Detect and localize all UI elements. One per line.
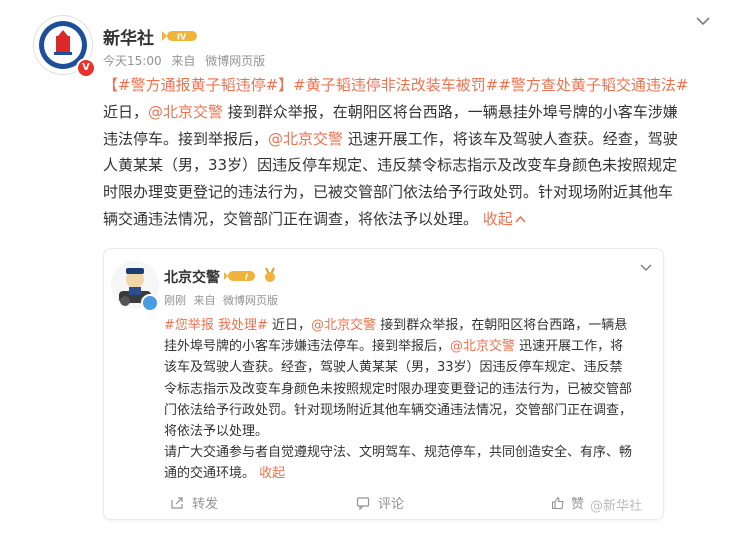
hashtag-link[interactable]: #您举报 我处理# (164, 318, 268, 333)
mention-link[interactable]: @北京交警 (311, 318, 376, 333)
post-meta: 今天15:00 来自 微博网页版 (103, 52, 271, 69)
member-level-badge-icon: IV (162, 31, 197, 42)
quoted-post-time[interactable]: 刚刚 (164, 294, 186, 307)
post-line: 违法停车。接到举报后，@北京交警 迅速开展工作，将该车及驾驶人查获。经查，驾驶 (103, 126, 708, 153)
thumbs-up-icon (551, 496, 564, 510)
quoted-author-name[interactable]: 北京交警 (164, 267, 220, 287)
post-line: 人黄某某（男，33岁）因违反停车规定、违反禁令标志指示及改变车身颜色未按照规定 (103, 152, 708, 179)
watermark: @新华社 (590, 499, 643, 514)
body-text: 门依法给予行政处罚。针对现场附近其他车辆交通违法情况，交管部门正在调查， (164, 402, 633, 418)
comment-button[interactable]: 评论 (356, 493, 404, 512)
quoted-member-level-label: i (245, 273, 248, 282)
quoted-line: 门依法给予行政处罚。针对现场附近其他车辆交通违法情况，交管部门正在调查， (164, 400, 654, 421)
quoted-line: 将依法予以处理。 (164, 421, 654, 442)
weibo-post-card: V 新华社 IV 今天15:00 来自 微博网页版 【#警方通报黄子韬违停#】#… (0, 0, 733, 540)
verified-blue-badge-icon (141, 294, 159, 312)
repost-button[interactable]: 转发 (170, 493, 218, 512)
body-text: 将依法予以处理。 (164, 423, 269, 439)
quoted-line: #您举报 我处理# 近日，@北京交警 接到群众举报，在朝阳区将台西路，一辆悬 (164, 315, 654, 336)
quoted-member-level-badge-icon: i (224, 271, 255, 282)
quoted-chevron-down-icon[interactable] (638, 262, 654, 274)
post-line: 时限办理变更登记的违法行为，已被交管部门依法给予行政处罚。针对现场附近其他车 (103, 179, 708, 206)
body-text: 挂外埠号牌的小客车涉嫌违法停车。接到举报后， (164, 339, 451, 355)
chevron-up-icon[interactable] (515, 215, 526, 224)
post-source: 微博网页版 (205, 54, 266, 68)
body-text: 近日， (103, 102, 149, 121)
medal-icon (265, 267, 275, 282)
body-text: 迅速开展工作，将 (515, 339, 624, 355)
quoted-source-prefix: 来自 (193, 294, 216, 307)
body-text: 人黄某某（男，33岁）因违反停车规定、违反禁令标志指示及改变车身颜色未按照规定 (103, 156, 678, 175)
quoted-line: 通的交通环境。 收起 (164, 463, 654, 484)
mention-link[interactable]: @北京交警 (148, 103, 223, 121)
body-text: 请广大交通参与者自觉遵规守法、文明驾车、规范停车，共同创造安全、有序、畅 (164, 445, 633, 461)
quoted-post-text: #您举报 我处理# 近日，@北京交警 接到群众举报，在朝阳区将台西路，一辆悬 挂外… (164, 315, 654, 485)
collapse-button[interactable]: 收起 (259, 466, 285, 481)
quoted-action-bar: 转发 评论 赞 (104, 489, 663, 515)
like-button[interactable]: 赞 (551, 493, 584, 512)
quoted-post-source: 微博网页版 (223, 294, 278, 307)
body-text: 令标志指示及改变车身颜色未按照规定时限办理变更登记的违法行为，已被交管部 (164, 381, 633, 397)
verified-red-badge-icon: V (76, 58, 96, 78)
post-time[interactable]: 今天15:00 (103, 54, 162, 68)
body-text: 接到群众举报，在朝阳区将台西路，一辆悬 (376, 318, 628, 333)
repost-label: 转发 (192, 497, 219, 512)
quoted-line: 该车及驾驶人查获。经查，驾驶人黄某某（男，33岁）因违反停车规定、违反禁 (164, 357, 654, 378)
author-name[interactable]: 新华社 (103, 24, 154, 49)
comment-label: 评论 (378, 497, 405, 512)
hashtag-link[interactable]: 【#警方通报黄子韬违停#】 (103, 76, 293, 94)
post-line: 近日，@北京交警 接到群众举报，在朝阳区将台西路，一辆悬挂外埠号牌的小客车涉嫌 (103, 99, 708, 126)
quoted-line: 令标志指示及改变车身颜色未按照规定时限办理变更登记的违法行为，已被交管部 (164, 379, 654, 400)
comment-icon (356, 497, 370, 511)
quoted-post[interactable]: 北京交警 i 刚刚 来自 微博网页版 #您举报 我处理# 近日，@北京交警 接到… (103, 248, 664, 520)
quoted-post-meta: 刚刚 来自 微博网页版 (164, 292, 282, 308)
body-text: 近日， (267, 318, 312, 333)
like-label: 赞 (571, 497, 585, 512)
body-text: 时限办理变更登记的违法行为，已被交管部门依法给予行政处罚。针对现场附近其他车 (103, 183, 674, 202)
body-text: 迅速开展工作，将该车及驾驶人查获。经查，驾驶 (343, 129, 678, 148)
member-level-label: IV (177, 33, 187, 42)
hashtag-link[interactable]: #警方查处黄子韬交通违法# (498, 76, 688, 94)
body-text: 该车及驾驶人查获。经查，驾驶人黄某某（男，33岁）因违反停车规定、违反禁 (164, 360, 623, 376)
post-line: 【#警方通报黄子韬违停#】#黄子韬违停非法改装车被罚##警方查处黄子韬交通违法# (103, 72, 708, 99)
quoted-line: 挂外埠号牌的小客车涉嫌违法停车。接到举报后，@北京交警 迅速开展工作，将 (164, 336, 654, 357)
post-text: 【#警方通报黄子韬违停#】#黄子韬违停非法改装车被罚##警方查处黄子韬交通违法#… (103, 72, 708, 233)
mention-link[interactable]: @北京交警 (268, 130, 343, 148)
post-line: 辆交通违法情况，交管部门正在调查，将依法予以处理。 收起 (103, 206, 708, 233)
body-text: 辆交通违法情况，交管部门正在调查，将依法予以处理。 (103, 209, 483, 228)
quoted-line: 请广大交通参与者自觉遵规守法、文明驾车、规范停车，共同创造安全、有序、畅 (164, 442, 654, 463)
repost-icon (171, 497, 183, 509)
chevron-down-icon[interactable] (693, 14, 713, 28)
body-text: 违法停车。接到举报后， (103, 129, 269, 148)
mention-link[interactable]: @北京交警 (450, 339, 515, 354)
body-text: 通的交通环境。 (164, 466, 260, 482)
source-prefix: 来自 (171, 54, 196, 68)
collapse-button[interactable]: 收起 (483, 210, 513, 228)
hashtag-link[interactable]: #黄子韬违停非法改装车被罚# (293, 76, 498, 94)
body-text: 接到群众举报，在朝阳区将台西路，一辆悬挂外埠号牌的小客车涉嫌 (223, 102, 678, 121)
